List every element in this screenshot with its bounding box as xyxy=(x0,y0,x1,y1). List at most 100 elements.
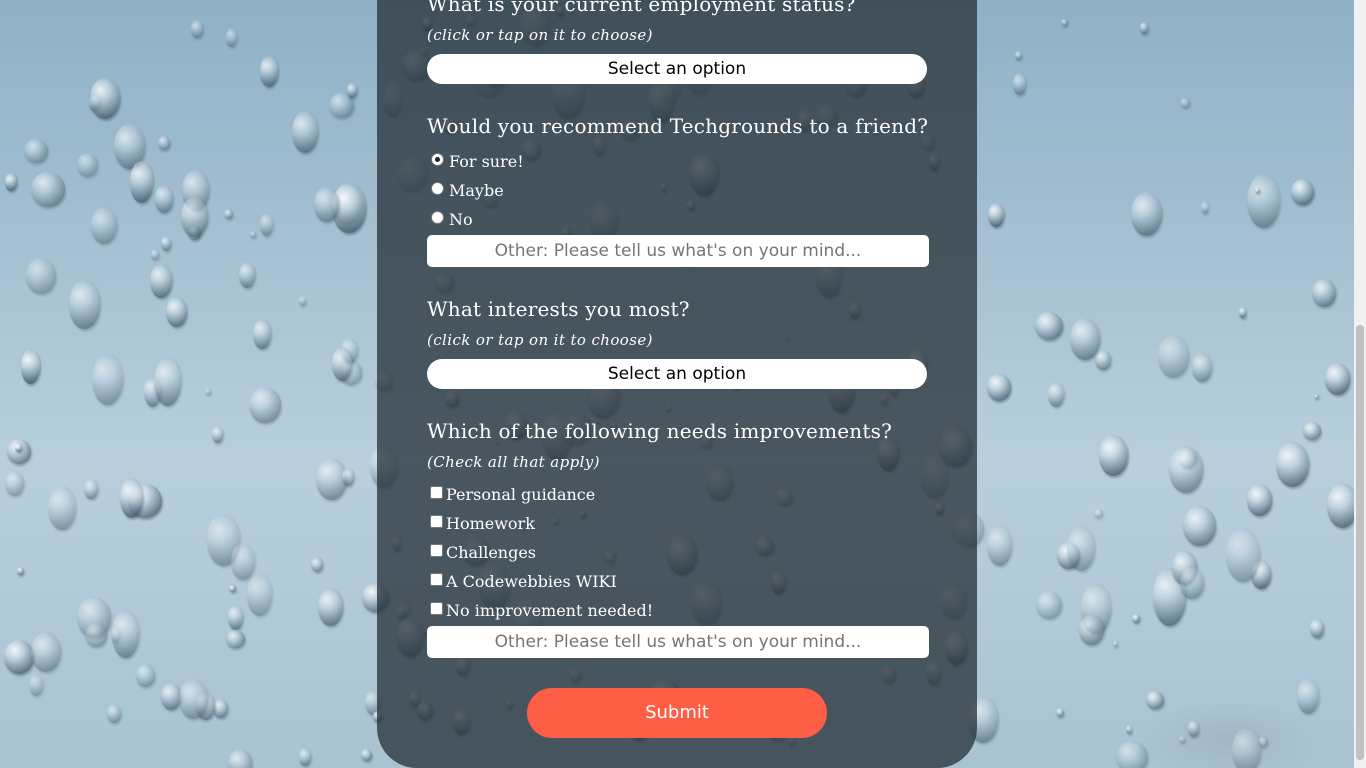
raindrop xyxy=(1013,72,1026,96)
improvement-option-homework[interactable]: Homework xyxy=(430,512,535,534)
recommend-option-maybe[interactable]: Maybe xyxy=(431,179,504,201)
radio-button[interactable] xyxy=(431,210,444,224)
raindrop xyxy=(1116,740,1149,768)
raindrop xyxy=(1055,708,1064,718)
raindrop xyxy=(4,470,24,497)
raindrop xyxy=(1324,363,1351,395)
recommend-other-input[interactable]: Other: Please tell us what's on your min… xyxy=(427,235,929,267)
raindrop xyxy=(112,610,140,658)
checkbox-label: Homework xyxy=(446,513,535,533)
improvement-option-wiki[interactable]: A Codewebbies WIKI xyxy=(430,570,617,592)
scrollbar-thumb[interactable] xyxy=(1356,325,1364,760)
raindrop xyxy=(231,543,255,581)
raindrop xyxy=(1145,690,1164,710)
radio-button[interactable] xyxy=(431,181,444,195)
checkbox[interactable] xyxy=(430,485,443,499)
raindrop xyxy=(48,485,77,530)
checkbox[interactable] xyxy=(430,572,443,586)
employment-question: What is your current employment status? xyxy=(427,0,856,16)
improvements-other-input[interactable]: Other: Please tell us what's on your min… xyxy=(427,626,929,658)
raindrop xyxy=(20,349,41,384)
raindrop xyxy=(1297,679,1319,714)
raindrop xyxy=(1126,724,1133,735)
checkbox-label: No improvement needed! xyxy=(446,600,654,620)
raindrop xyxy=(1094,349,1112,371)
raindrop xyxy=(1178,736,1186,743)
checkbox[interactable] xyxy=(430,543,443,557)
checkbox[interactable] xyxy=(430,601,443,615)
raindrop xyxy=(292,111,319,154)
improvement-option-none[interactable]: No improvement needed! xyxy=(430,599,653,621)
raindrop xyxy=(160,236,171,252)
raindrop xyxy=(69,280,100,329)
raindrop xyxy=(211,425,223,443)
raindrop xyxy=(161,683,181,710)
raindrop xyxy=(179,678,209,720)
raindrop xyxy=(15,442,22,452)
raindrop xyxy=(1180,98,1190,109)
raindrop xyxy=(299,296,307,306)
raindrop xyxy=(1079,615,1104,645)
raindrop xyxy=(987,202,1004,228)
radio-label: For sure! xyxy=(449,151,524,171)
raindrop xyxy=(1188,720,1200,737)
raindrop xyxy=(1275,441,1310,488)
raindrop xyxy=(153,356,182,407)
raindrop xyxy=(1192,353,1213,383)
raindrop xyxy=(1157,335,1190,379)
raindrop xyxy=(31,631,62,673)
raindrop xyxy=(299,748,311,766)
interests-hint: (click or tap on it to choose) xyxy=(427,331,653,349)
raindrop xyxy=(4,172,17,191)
raindrop xyxy=(1060,18,1069,27)
raindrop xyxy=(1168,446,1203,493)
raindrop xyxy=(1140,22,1149,35)
recommend-option-no[interactable]: No xyxy=(431,208,473,230)
raindrop xyxy=(106,703,122,723)
raindrop xyxy=(151,249,160,260)
raindrop xyxy=(1034,312,1063,341)
raindrop xyxy=(1232,727,1261,768)
raindrop xyxy=(224,209,234,220)
submit-button[interactable]: Submit xyxy=(527,688,827,738)
raindrop xyxy=(154,185,174,213)
raindrop xyxy=(180,197,208,238)
raindrop xyxy=(986,373,1012,401)
improvements-hint: (Check all that apply) xyxy=(427,453,600,471)
raindrop xyxy=(1098,434,1129,477)
checkbox[interactable] xyxy=(430,514,443,528)
raindrop xyxy=(3,639,35,674)
employment-select[interactable]: Select an option xyxy=(427,54,927,84)
raindrop xyxy=(1094,508,1104,519)
raindrop xyxy=(259,212,274,237)
raindrop xyxy=(205,387,212,395)
raindrop xyxy=(17,567,24,575)
raindrop xyxy=(1183,505,1216,547)
raindrop xyxy=(1200,200,1209,214)
raindrop xyxy=(1014,50,1022,61)
radio-label: Maybe xyxy=(449,180,504,200)
recommend-option-for-sure[interactable]: For sure! xyxy=(431,150,524,172)
raindrop xyxy=(1130,191,1162,237)
improvement-option-challenges[interactable]: Challenges xyxy=(430,541,536,563)
radio-label: No xyxy=(449,209,473,229)
raindrop xyxy=(247,573,272,616)
checkbox-label: Challenges xyxy=(446,542,537,562)
raindrop xyxy=(213,699,229,718)
improvements-question: Which of the following needs improvement… xyxy=(427,419,893,443)
raindrop xyxy=(1303,421,1321,440)
raindrop xyxy=(91,353,123,405)
raindrop xyxy=(135,664,156,688)
interests-select[interactable]: Select an option xyxy=(427,359,927,389)
raindrop xyxy=(91,207,117,245)
raindrop xyxy=(1291,178,1315,206)
improvement-option-personal-guidance[interactable]: Personal guidance xyxy=(430,483,595,505)
raindrop xyxy=(84,479,98,499)
raindrop xyxy=(24,138,48,163)
survey-form-panel: What is your current employment status? … xyxy=(377,0,977,768)
radio-button[interactable] xyxy=(431,152,444,166)
page-scrollbar[interactable] xyxy=(1354,0,1366,768)
raindrop xyxy=(1246,484,1273,516)
raindrop xyxy=(150,264,173,299)
raindrop xyxy=(229,585,237,593)
